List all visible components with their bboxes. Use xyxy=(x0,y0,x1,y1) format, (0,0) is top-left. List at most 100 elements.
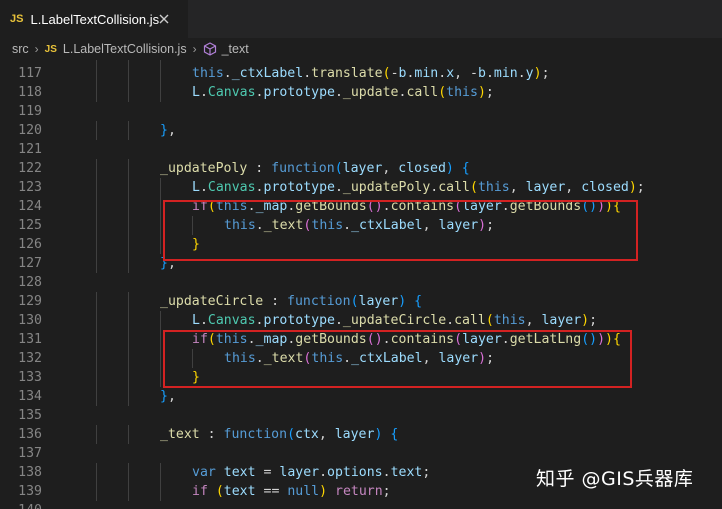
code-token: this xyxy=(192,66,224,81)
code-line[interactable]: 123 L.Canvas.prototype._updatePoly.call(t… xyxy=(0,178,722,197)
code-text: this._ctxLabel.translate(-b.min.x, -b.mi… xyxy=(192,64,550,83)
line-number: 117 xyxy=(18,66,42,81)
code-token: this xyxy=(493,313,526,328)
code-token: if xyxy=(192,484,208,499)
code-token: ( xyxy=(334,161,343,176)
code-line[interactable]: 136 _text : function(ctx, layer) { xyxy=(0,425,722,444)
code-token: ) xyxy=(581,313,590,328)
breadcrumb-symbol[interactable]: _text xyxy=(222,42,249,56)
indent-guide xyxy=(160,311,161,330)
code-token: return xyxy=(335,484,383,499)
line-number: 121 xyxy=(18,142,42,157)
line-number: 139 xyxy=(18,484,42,499)
indent-guide xyxy=(96,64,97,83)
indent-guide xyxy=(96,159,97,178)
code-token: ; xyxy=(422,465,431,480)
code-editor[interactable]: 140139if (text == null) return;138var te… xyxy=(0,60,722,509)
code-token: b xyxy=(477,66,486,81)
code-token: layer xyxy=(334,427,375,442)
code-text: L.Canvas.prototype._update.call(this); xyxy=(192,83,494,102)
code-token: . xyxy=(382,465,391,480)
code-line[interactable]: 130 L.Canvas.prototype._updateCircle.call… xyxy=(0,311,722,330)
code-token: ; xyxy=(485,85,494,100)
code-line[interactable]: 129 _updateCircle : function(layer) { xyxy=(0,292,722,311)
code-token: ) xyxy=(445,161,454,176)
code-token: ) xyxy=(319,484,328,499)
line-number: 118 xyxy=(18,85,42,100)
code-line[interactable]: 121 xyxy=(0,140,722,159)
breadcrumb-file[interactable]: L.LabelTextCollision.js xyxy=(63,42,187,56)
code-token: _updateCircle xyxy=(160,294,264,309)
code-line[interactable]: 117 this._ctxLabel.translate(-b.min.x, -b… xyxy=(0,64,722,83)
code-token: ( xyxy=(485,313,494,328)
indent-guide xyxy=(160,235,161,254)
indent-guide xyxy=(128,159,129,178)
indent-guide xyxy=(160,197,161,216)
code-token: function xyxy=(271,161,335,176)
code-line[interactable]: 134}, xyxy=(0,387,722,406)
code-token: layer xyxy=(279,465,320,480)
code-token: layer xyxy=(358,294,399,309)
code-token: , xyxy=(525,313,542,328)
code-line[interactable]: 116 // canvas tool xyxy=(0,60,722,64)
indent-guide xyxy=(96,292,97,311)
code-token: ; xyxy=(589,313,598,328)
line-number: 130 xyxy=(18,313,42,328)
code-token: , xyxy=(565,180,582,195)
indent-guide xyxy=(96,349,97,368)
indent-guide xyxy=(128,387,129,406)
code-line[interactable]: 135 xyxy=(0,406,722,425)
line-number: 129 xyxy=(18,294,42,309)
editor-tab[interactable]: JS L.LabelTextCollision.js xyxy=(0,0,188,38)
code-line[interactable]: 119 xyxy=(0,102,722,121)
code-token: call xyxy=(454,313,486,328)
code-token: , xyxy=(318,427,335,442)
code-token: . xyxy=(199,313,208,328)
code-token: function xyxy=(287,294,351,309)
code-line[interactable]: 118 L.Canvas.prototype._update.call(this)… xyxy=(0,83,722,102)
code-token: y xyxy=(525,66,534,81)
indent-guide xyxy=(96,330,97,349)
code-line[interactable]: 140 xyxy=(0,501,722,509)
code-token: ; xyxy=(382,484,391,499)
indent-guide xyxy=(96,216,97,235)
indent-guide xyxy=(160,64,161,83)
indent-guide xyxy=(128,60,129,64)
indent-guide xyxy=(128,330,129,349)
code-token: . xyxy=(485,66,494,81)
indent-guide xyxy=(96,425,97,444)
code-token: this xyxy=(477,180,510,195)
code-token: text xyxy=(223,465,256,480)
breadcrumb-folder[interactable]: src xyxy=(12,42,29,56)
line-number: 131 xyxy=(18,332,42,347)
code-token: Canvas xyxy=(207,313,256,328)
indent-guide xyxy=(160,83,161,102)
indent-guide xyxy=(96,235,97,254)
code-line[interactable]: 122 _updatePoly : function(layer, closed)… xyxy=(0,159,722,178)
code-text: }, xyxy=(160,121,176,140)
indent-guide xyxy=(96,387,97,406)
indent-guide xyxy=(128,83,129,102)
line-number: 135 xyxy=(18,408,42,423)
code-token: x xyxy=(446,66,455,81)
code-line[interactable]: 120}, xyxy=(0,121,722,140)
indent-guide xyxy=(96,121,97,140)
close-icon[interactable] xyxy=(157,12,171,26)
code-token: closed xyxy=(581,180,629,195)
tab-filename: L.LabelTextCollision.js xyxy=(30,11,160,27)
code-token: : xyxy=(263,294,288,309)
code-token: ; xyxy=(541,66,550,81)
watermark: 知乎 @GIS兵器库 xyxy=(536,468,694,490)
code-text: L.Canvas.prototype._updateCircle.call(th… xyxy=(192,311,597,330)
method-cube-icon xyxy=(203,42,216,56)
code-line[interactable]: 137 xyxy=(0,444,722,463)
indent-guide xyxy=(160,368,161,387)
code-token: Canvas xyxy=(207,85,256,100)
code-line[interactable]: 128 xyxy=(0,273,722,292)
indent-guide xyxy=(160,216,161,235)
line-number: 125 xyxy=(18,218,42,233)
code-token: , xyxy=(382,161,399,176)
indent-guide xyxy=(128,121,129,140)
line-number: 116 xyxy=(0,60,42,64)
